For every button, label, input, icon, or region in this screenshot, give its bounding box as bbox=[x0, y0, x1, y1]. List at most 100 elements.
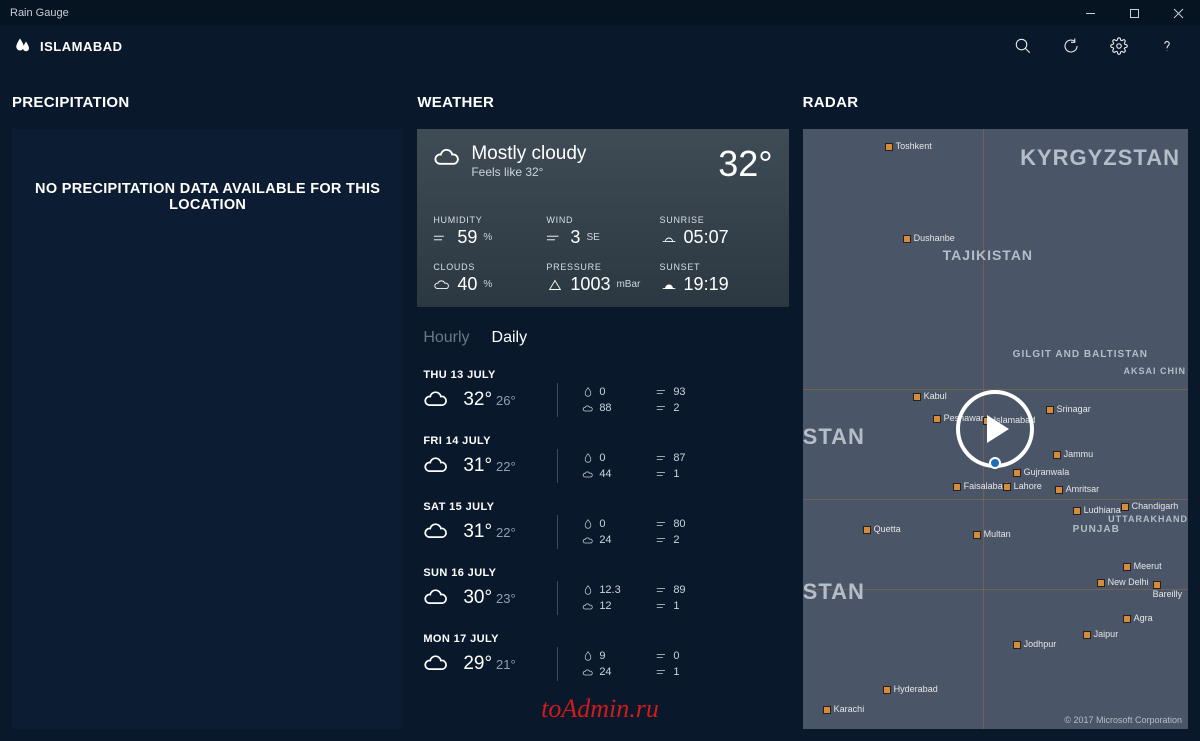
cloud-icon bbox=[433, 278, 451, 292]
forecast-date: SUN 16 JULY bbox=[423, 567, 788, 579]
map-label: KYRGYZSTAN bbox=[1020, 145, 1180, 171]
help-button[interactable] bbox=[1156, 35, 1178, 57]
forecast-date: MON 17 JULY bbox=[423, 633, 788, 645]
map-label-partial: STAN bbox=[803, 424, 865, 450]
settings-button[interactable] bbox=[1108, 35, 1130, 57]
gust-value: 2 bbox=[656, 534, 704, 546]
maximize-button[interactable] bbox=[1112, 0, 1156, 26]
weather-icon bbox=[423, 456, 449, 476]
sunset-stat: SUNSET 19:19 bbox=[660, 262, 773, 295]
refresh-button[interactable] bbox=[1060, 35, 1082, 57]
gust-value: 2 bbox=[656, 402, 704, 414]
city-label: Jodhpur bbox=[1013, 639, 1057, 649]
city-label: Meerut bbox=[1123, 561, 1162, 571]
city-label: Quetta bbox=[863, 524, 901, 534]
weather-icon bbox=[423, 588, 449, 608]
humidity-stat: HUMIDITY 59% bbox=[433, 215, 546, 248]
minimize-button[interactable] bbox=[1068, 0, 1112, 26]
city-label: Amritsar bbox=[1055, 484, 1100, 494]
city-label: Chandigarh bbox=[1121, 501, 1179, 511]
map-label: TAJIKISTAN bbox=[943, 247, 1033, 263]
precip-amount: 12.3 bbox=[582, 584, 630, 596]
cloud-cover: 24 bbox=[582, 666, 630, 678]
cloud-cover: 88 bbox=[582, 402, 630, 414]
city-label: Jammu bbox=[1053, 449, 1094, 459]
city-label: Karachi bbox=[823, 704, 865, 714]
app-header: ISLAMABAD bbox=[0, 26, 1200, 66]
location-brand[interactable]: ISLAMABAD bbox=[14, 37, 123, 55]
weather-icon bbox=[423, 522, 449, 542]
temp-high: 31° bbox=[463, 521, 492, 543]
sunrise-icon bbox=[660, 231, 678, 245]
gust-value: 1 bbox=[656, 468, 704, 480]
cloud-cover: 24 bbox=[582, 534, 630, 546]
forecast-date: THU 13 JULY bbox=[423, 369, 788, 381]
cloud-icon bbox=[433, 147, 461, 169]
close-button[interactable] bbox=[1156, 0, 1200, 26]
forecast-day[interactable]: THU 13 JULY 32°26° 0 93 88 2 bbox=[423, 361, 788, 421]
pressure-icon bbox=[546, 278, 564, 292]
tab-daily[interactable]: Daily bbox=[492, 329, 528, 347]
city-label: Hyderabad bbox=[883, 684, 938, 694]
weather-header: WEATHER bbox=[417, 94, 788, 111]
gust-value: 1 bbox=[656, 600, 704, 612]
forecast-day[interactable]: SAT 15 JULY 31°22° 0 80 24 2 bbox=[423, 493, 788, 553]
current-conditions-card: Mostly cloudy Feels like 32° 32° HUMIDIT… bbox=[417, 129, 788, 307]
search-button[interactable] bbox=[1012, 35, 1034, 57]
forecast-day[interactable]: MON 17 JULY 29°21° 9 0 24 1 bbox=[423, 625, 788, 685]
radar-map[interactable]: KYRGYZSTAN TAJIKISTAN GILGIT AND BALTIST… bbox=[803, 129, 1188, 729]
map-label: UTTARAKHAND bbox=[1108, 514, 1188, 524]
city-label: Srinagar bbox=[1046, 404, 1091, 414]
forecast-date: SAT 15 JULY bbox=[423, 501, 788, 513]
feels-like-text: Feels like 32° bbox=[471, 165, 708, 179]
forecast-date: FRI 14 JULY bbox=[423, 435, 788, 447]
condition-text: Mostly cloudy bbox=[471, 143, 708, 165]
city-label: Agra bbox=[1123, 613, 1153, 623]
gust-value: 1 bbox=[656, 666, 704, 678]
temp-low: 21° bbox=[496, 657, 516, 672]
window-title: Rain Gauge bbox=[10, 7, 69, 19]
pressure-stat: PRESSURE 1003mBar bbox=[546, 262, 659, 295]
wind-value: 93 bbox=[656, 386, 704, 398]
city-label: Bareilly bbox=[1153, 579, 1188, 599]
temp-high: 32° bbox=[463, 389, 492, 411]
precipitation-empty-message: NO PRECIPITATION DATA AVAILABLE FOR THIS… bbox=[12, 181, 403, 213]
wind-value: 80 bbox=[656, 518, 704, 530]
map-attribution: © 2017 Microsoft Corporation bbox=[1064, 715, 1182, 725]
location-marker bbox=[989, 457, 1001, 469]
city-label: Gujranwala bbox=[1013, 467, 1070, 477]
clouds-stat: CLOUDS 40% bbox=[433, 262, 546, 295]
radar-header: RADAR bbox=[803, 94, 1188, 111]
temp-low: 23° bbox=[496, 591, 516, 606]
cloud-cover: 44 bbox=[582, 468, 630, 480]
temp-high: 30° bbox=[463, 587, 492, 609]
wind-icon bbox=[546, 231, 564, 245]
temp-low: 22° bbox=[496, 459, 516, 474]
wind-stat: WIND 3SE bbox=[546, 215, 659, 248]
location-name: ISLAMABAD bbox=[40, 39, 123, 54]
title-bar: Rain Gauge bbox=[0, 0, 1200, 26]
weather-icon bbox=[423, 390, 449, 410]
city-label: Multan bbox=[973, 529, 1011, 539]
city-label: Faisalabad bbox=[953, 481, 1008, 491]
city-label: Ludhiana bbox=[1073, 505, 1121, 515]
current-temperature: 32° bbox=[718, 143, 772, 185]
temp-high: 31° bbox=[463, 455, 492, 477]
city-label: Kabul bbox=[913, 391, 947, 401]
temp-high: 29° bbox=[463, 653, 492, 675]
tab-hourly[interactable]: Hourly bbox=[423, 329, 469, 347]
city-label: Jaipur bbox=[1083, 629, 1119, 639]
forecast-list: THU 13 JULY 32° 26° 0 93 88 2 FRI 14 JULY… bbox=[417, 361, 788, 685]
city-label: Toshkent bbox=[885, 141, 932, 151]
temp-low: 26° bbox=[496, 393, 516, 408]
precipitation-panel: NO PRECIPITATION DATA AVAILABLE FOR THIS… bbox=[12, 129, 403, 729]
city-label: Dushanbe bbox=[903, 233, 955, 243]
city-label: New Delhi bbox=[1097, 577, 1149, 587]
wind-value: 89 bbox=[656, 584, 704, 596]
map-label: GILGIT AND BALTISTAN bbox=[1013, 349, 1148, 360]
wind-value: 87 bbox=[656, 452, 704, 464]
forecast-day[interactable]: FRI 14 JULY 31° 22° 0 87 44 1 bbox=[423, 427, 788, 487]
forecast-day[interactable]: SUN 16 JULY 30°23° 12.3 89 12 1 bbox=[423, 559, 788, 619]
city-label: Lahore bbox=[1003, 481, 1042, 491]
precip-amount: 0 bbox=[582, 452, 630, 464]
